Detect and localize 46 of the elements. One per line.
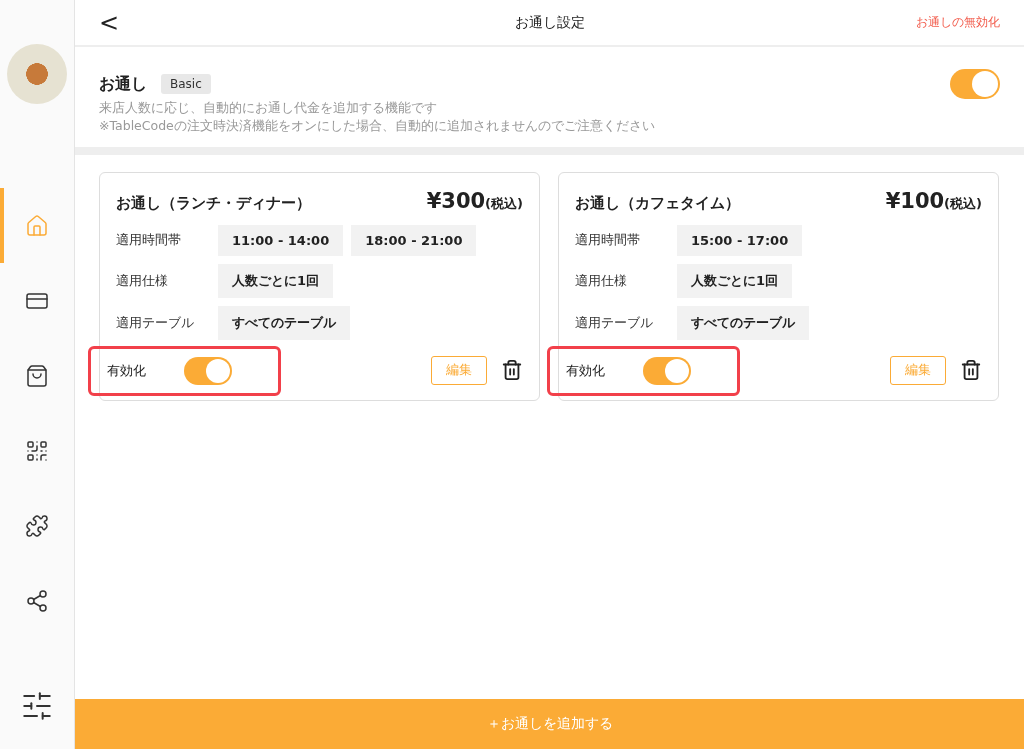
edit-button[interactable]: 編集 [890, 355, 946, 385]
row-label: 適用仕様 [575, 272, 628, 290]
description-text: ※TableCodeの注文時決済機能をオンにした場合、自動的に追加されませんのでご注意ください [99, 117, 656, 135]
page-title: お通し設定 [514, 13, 585, 30]
row-label: 適用テーブル [575, 314, 654, 332]
tax-note: (税込) [485, 195, 523, 213]
trash-icon [960, 359, 982, 381]
price: ¥300 [426, 189, 486, 213]
qr-code-icon [25, 438, 49, 463]
value-chip: 18:00 - 21:00 [351, 225, 477, 256]
enabled-label: 有効化 [566, 362, 605, 380]
row-label: 適用仕様 [116, 272, 169, 290]
value-chip: 11:00 - 14:00 [218, 225, 344, 256]
value-chip: 人数ごとに1回 [677, 264, 793, 298]
feature-toggle[interactable] [950, 69, 1000, 99]
enable-toggle[interactable] [184, 357, 232, 385]
disable-link[interactable]: お通しの無効化 [916, 14, 1000, 31]
row-label: 適用テーブル [116, 314, 195, 332]
trash-icon [501, 359, 523, 381]
value-chip: 人数ごとに1回 [218, 264, 334, 298]
edit-button[interactable]: 編集 [431, 355, 487, 385]
value-chip: すべてのテーブル [677, 306, 809, 340]
delete-button[interactable] [960, 359, 982, 381]
plan-badge: Basic [161, 74, 211, 94]
delete-button[interactable] [501, 359, 523, 381]
card-title: お通し（ランチ・ディナー） [116, 194, 311, 213]
card-title: お通し（カフェタイム） [575, 194, 740, 213]
add-button[interactable]: ＋お通しを追加する [75, 699, 1024, 749]
enable-toggle[interactable] [643, 357, 691, 385]
sliders-icon [20, 689, 54, 723]
tax-note: (税込) [944, 195, 982, 213]
value-chip: すべてのテーブル [218, 306, 350, 340]
row-label: 適用時間帯 [116, 232, 182, 249]
row-label: 適用時間帯 [575, 232, 641, 249]
bag-icon [25, 363, 49, 388]
settings-button[interactable] [20, 689, 54, 723]
home-icon [25, 213, 49, 238]
description-text: 来店人数に応じ、自動的にお通し代金を追加する機能です [99, 99, 438, 117]
network-icon [25, 588, 49, 613]
back-button[interactable]: < [95, 8, 124, 37]
price: ¥100 [885, 189, 945, 213]
avatar[interactable] [7, 44, 67, 104]
puzzle-icon [25, 513, 49, 538]
feature-title: お通し [99, 73, 147, 95]
value-chip: 15:00 - 17:00 [677, 225, 803, 256]
enabled-label: 有効化 [107, 362, 146, 380]
